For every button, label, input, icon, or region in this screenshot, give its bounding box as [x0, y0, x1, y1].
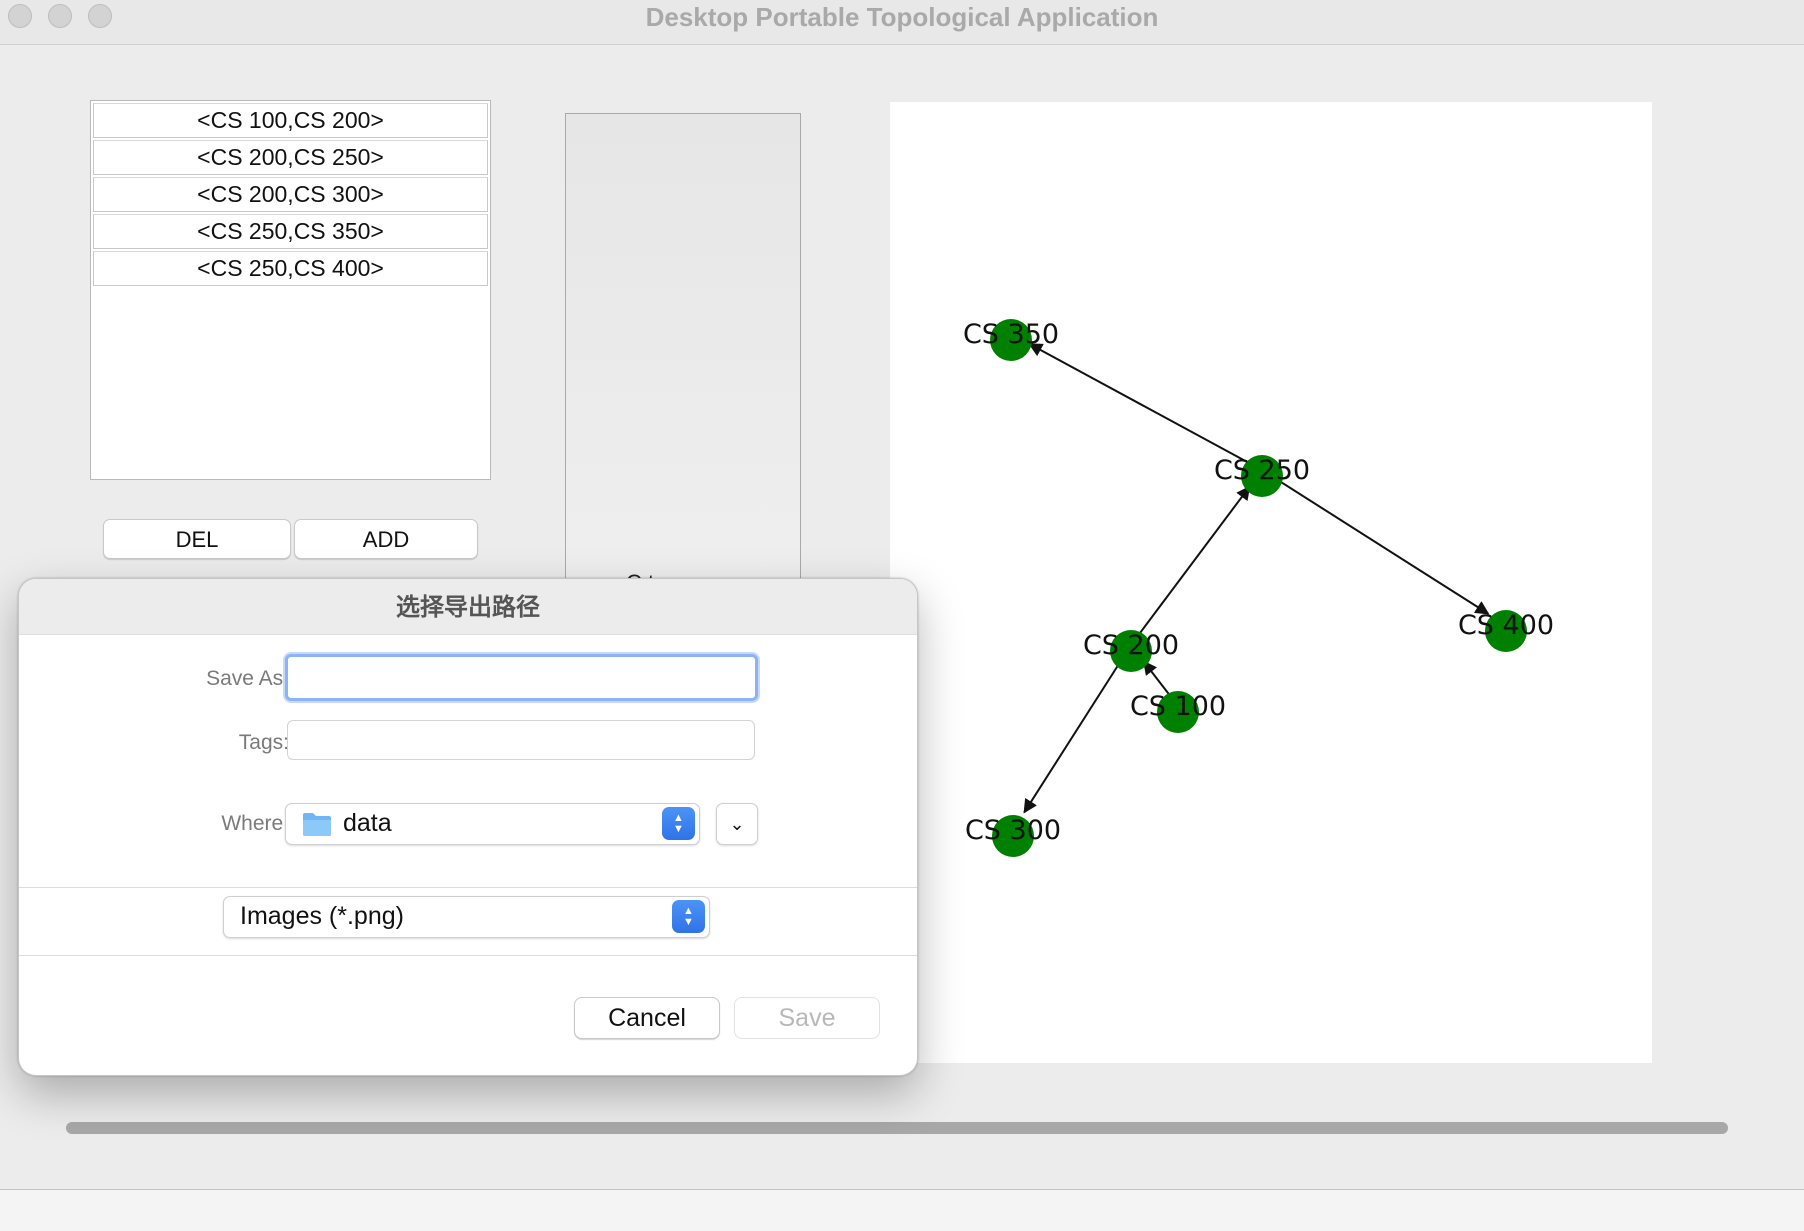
graph-canvas: CS 350 CS 250 CS 200 CS 400 CS 100 CS 300	[890, 102, 1652, 1063]
up-down-chevron-icon: ▲ ▼	[662, 807, 695, 840]
window-title: Desktop Portable Topological Application	[645, 2, 1159, 32]
dialog-title: 选择导出路径	[19, 579, 917, 635]
file-type-popup[interactable]: Images (*.png) ▲ ▼	[223, 896, 710, 938]
file-type-value: Images (*.png)	[240, 902, 404, 930]
divider	[19, 955, 917, 956]
graph-edge	[1023, 644, 1132, 814]
horizontal-scrollbar[interactable]	[66, 1122, 1728, 1134]
cancel-button[interactable]: Cancel	[574, 997, 720, 1039]
add-button[interactable]: ADD	[294, 519, 478, 559]
where-popup[interactable]: data ▲ ▼	[285, 803, 700, 845]
list-item[interactable]: <CS 100,CS 200>	[93, 103, 488, 138]
status-bar	[0, 1189, 1804, 1231]
list-item[interactable]: <CS 250,CS 350>	[93, 214, 488, 249]
graph-node-label: CS 350	[963, 319, 1059, 350]
graph-node-label: CS 400	[1458, 610, 1554, 641]
save-button[interactable]: Save	[734, 997, 880, 1039]
save-dialog: 选择导出路径 Save As: Tags: Where: data ▲ ▼ ⌄ I…	[18, 578, 918, 1076]
save-as-label: Save As:	[206, 667, 289, 690]
graph-svg: CS 350 CS 250 CS 200 CS 400 CS 100 CS 300	[963, 319, 1554, 857]
graph-edge	[1130, 485, 1251, 646]
list-item[interactable]: <CS 200,CS 300>	[93, 177, 488, 212]
expand-button[interactable]: ⌄	[716, 803, 758, 845]
edge-list[interactable]: <CS 100,CS 200> <CS 200,CS 250> <CS 200,…	[90, 100, 491, 480]
title-bar: Desktop Portable Topological Application	[0, 0, 1804, 45]
graph-node-label: CS 300	[965, 815, 1061, 846]
side-panel: C t	[565, 113, 801, 595]
up-down-chevron-icon: ▲ ▼	[672, 900, 705, 933]
list-item[interactable]: <CS 250,CS 400>	[93, 251, 488, 286]
divider	[19, 887, 917, 888]
save-as-input[interactable]	[285, 654, 758, 701]
where-label: Where:	[221, 812, 289, 835]
graph-edge	[1261, 469, 1490, 615]
chevron-down-icon: ⌄	[729, 814, 745, 834]
graph-edge	[1028, 343, 1263, 471]
graph-node-label: CS 250	[1214, 455, 1310, 486]
graph-node-label: CS 100	[1130, 691, 1226, 722]
where-value: data	[343, 809, 392, 837]
graph-node-label: CS 200	[1083, 630, 1179, 661]
tags-label: Tags:	[238, 731, 289, 754]
del-button[interactable]: DEL	[103, 519, 291, 559]
list-item[interactable]: <CS 200,CS 250>	[93, 140, 488, 175]
folder-icon	[302, 811, 332, 837]
tags-input[interactable]	[287, 720, 755, 760]
